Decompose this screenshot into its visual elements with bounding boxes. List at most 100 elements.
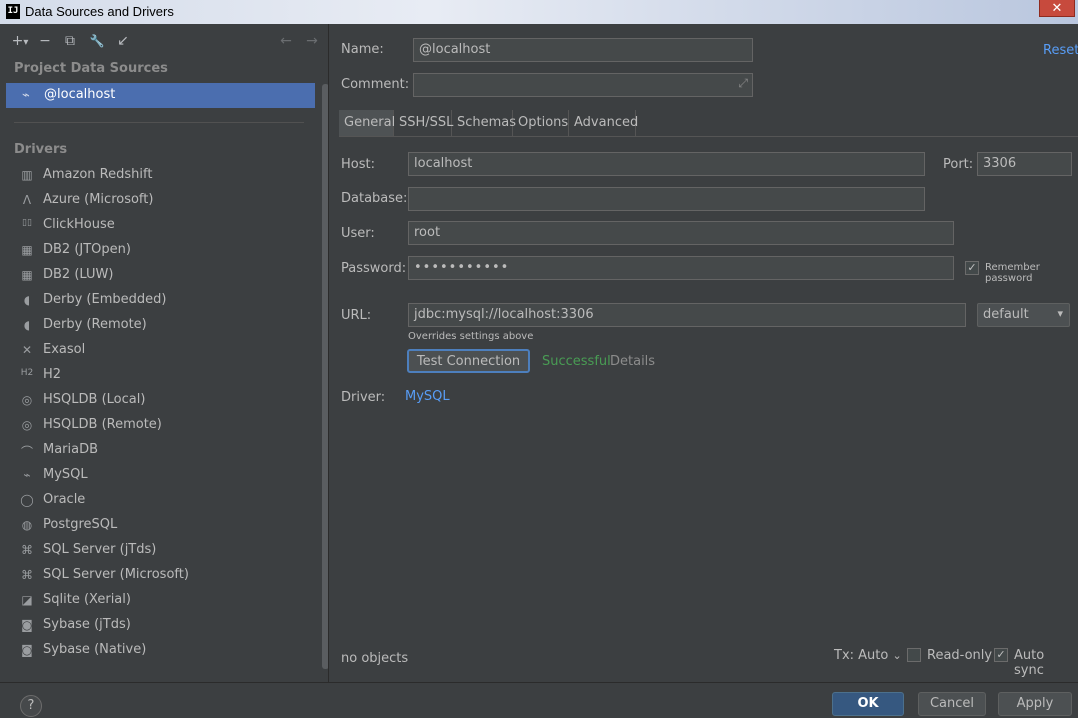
test-connection-button[interactable]: Test Connection (407, 349, 530, 373)
driver-label: Exasol (43, 342, 86, 357)
chevron-down-icon: ▾ (1057, 307, 1063, 320)
chevron-down-icon: ⌄ (892, 649, 902, 662)
name-label: Name: (341, 42, 384, 57)
back-icon[interactable]: ← (276, 31, 296, 51)
tab-options[interactable]: Options (513, 110, 569, 136)
driver-item[interactable]: ▯▯ ClickHouse (18, 214, 318, 239)
help-icon[interactable]: ? (20, 695, 42, 717)
driver-item[interactable]: ◯ Oracle (18, 489, 318, 514)
db2-icon: ▦ (21, 268, 33, 282)
wrench-icon[interactable]: 🔧 (87, 31, 107, 51)
remember-password-label: Remember password (985, 262, 1040, 284)
postgresql-icon: ◍ (21, 518, 33, 532)
tab-general[interactable]: General (339, 110, 395, 136)
window-title: Data Sources and Drivers (25, 4, 174, 19)
data-source-localhost[interactable]: ⌁ @localhost (6, 83, 315, 108)
clickhouse-icon: ▯▯ (22, 218, 32, 228)
driver-label: H2 (43, 367, 62, 382)
database-field[interactable] (408, 187, 925, 211)
driver-item[interactable]: ◖ Derby (Embedded) (18, 289, 318, 314)
driver-label: MySQL (43, 467, 88, 482)
data-source-form: Name: @localhost Reset Comment: ⤢ Genera… (329, 24, 1078, 682)
port-field[interactable]: 3306 (977, 152, 1072, 176)
import-icon[interactable]: ↙ (113, 31, 133, 51)
driver-label: Derby (Remote) (43, 317, 147, 332)
close-window-button[interactable]: ✕ (1039, 0, 1075, 17)
apply-button[interactable]: Apply (998, 692, 1072, 716)
driver-link[interactable]: MySQL (405, 389, 450, 404)
driver-label: Sybase (Native) (43, 642, 147, 657)
sources-toolbar: +▾ − ⧉ 🔧 ↙ ← → (4, 30, 328, 52)
driver-label: Sybase (jTds) (43, 617, 131, 632)
driver-label: Azure (Microsoft) (43, 192, 154, 207)
remember-password-checkbox[interactable]: ✓ (965, 261, 979, 275)
driver-label: Derby (Embedded) (43, 292, 167, 307)
mysql-icon: ⌁ (23, 468, 31, 482)
driver-item[interactable]: ⌘ SQL Server (jTds) (18, 539, 318, 564)
driver-item[interactable]: ⌒ MariaDB (18, 439, 318, 464)
user-field[interactable]: root (408, 221, 954, 245)
comment-label: Comment: (341, 77, 410, 92)
driver-item[interactable]: ⌁ MySQL (18, 464, 318, 489)
azure-icon: Λ (22, 193, 32, 207)
tx-mode-value: Tx: Auto (834, 648, 889, 663)
driver-item[interactable]: ▦ DB2 (JTOpen) (18, 239, 318, 264)
project-data-sources-header: Project Data Sources (14, 61, 168, 76)
add-icon[interactable]: +▾ (10, 31, 30, 51)
tab-ssh-ssl[interactable]: SSH/SSL (394, 110, 453, 136)
dialog-button-bar: ? OK Cancel Apply (0, 682, 1078, 718)
tab-advanced[interactable]: Advanced (569, 110, 638, 136)
url-note: Overrides settings above (408, 331, 534, 342)
driver-item[interactable]: H2 H2 (18, 364, 318, 389)
test-details-link[interactable]: Details (610, 354, 655, 369)
driver-item[interactable]: ▦ DB2 (LUW) (18, 264, 318, 289)
url-mode-dropdown[interactable]: default ▾ (977, 303, 1070, 327)
url-field[interactable]: jdbc:mysql://localhost:3306 (408, 303, 966, 327)
auto-sync-checkbox[interactable]: ✓ (994, 648, 1008, 662)
driver-item[interactable]: ◪ Sqlite (Xerial) (18, 589, 318, 614)
driver-item[interactable]: ◙ Sybase (Native) (18, 639, 318, 664)
redshift-icon: ▥ (21, 168, 33, 182)
sqlserver-icon: ⌘ (21, 543, 33, 557)
comment-field[interactable]: ⤢ (413, 73, 753, 97)
host-field[interactable]: localhost (408, 152, 925, 176)
driver-item[interactable]: ✕ Exasol (18, 339, 318, 364)
driver-label: Oracle (43, 492, 86, 507)
tab-schemas[interactable]: Schemas (452, 110, 516, 136)
cancel-button[interactable]: Cancel (918, 692, 986, 716)
driver-label: ClickHouse (43, 217, 115, 232)
driver-item[interactable]: ▥ Amazon Redshift (18, 164, 318, 189)
driver-item[interactable]: ◖ Derby (Remote) (18, 314, 318, 339)
url-mode-value: default (983, 307, 1029, 322)
driver-label: Sqlite (Xerial) (43, 592, 131, 607)
mariadb-icon: ⌒ (20, 445, 33, 459)
driver-label: SQL Server (Microsoft) (43, 567, 189, 582)
driver-item[interactable]: ◎ HSQLDB (Local) (18, 389, 318, 414)
driver-label: DB2 (LUW) (43, 267, 114, 282)
driver-label: HSQLDB (Remote) (43, 417, 162, 432)
database-label: Database: (341, 191, 408, 206)
tx-mode-dropdown[interactable]: Tx: Auto ⌄ (834, 648, 902, 663)
name-field[interactable]: @localhost (413, 38, 753, 62)
driver-item[interactable]: ◎ HSQLDB (Remote) (18, 414, 318, 439)
remove-icon[interactable]: − (35, 31, 55, 51)
driver-item[interactable]: ⌘ SQL Server (Microsoft) (18, 564, 318, 589)
password-field[interactable]: ••••••••••• (408, 256, 954, 280)
expand-icon[interactable]: ⤢ (738, 76, 748, 91)
driver-item[interactable]: Λ Azure (Microsoft) (18, 189, 318, 214)
port-label: Port: (943, 157, 974, 172)
data-source-label: @localhost (44, 87, 116, 102)
oracle-icon: ◯ (20, 493, 34, 507)
duplicate-icon[interactable]: ⧉ (60, 31, 80, 51)
driver-item[interactable]: ◍ PostgreSQL (18, 514, 318, 539)
derby-icon: ◖ (23, 318, 31, 332)
driver-label: HSQLDB (Local) (43, 392, 146, 407)
hsqldb-icon: ◎ (21, 393, 33, 407)
ok-button[interactable]: OK (832, 692, 904, 716)
forward-icon[interactable]: → (302, 31, 322, 51)
read-only-checkbox[interactable] (907, 648, 921, 662)
tab-underline (339, 136, 1078, 137)
exasol-icon: ✕ (21, 343, 33, 357)
driver-item[interactable]: ◙ Sybase (jTds) (18, 614, 318, 639)
reset-link[interactable]: Reset (1043, 43, 1078, 58)
